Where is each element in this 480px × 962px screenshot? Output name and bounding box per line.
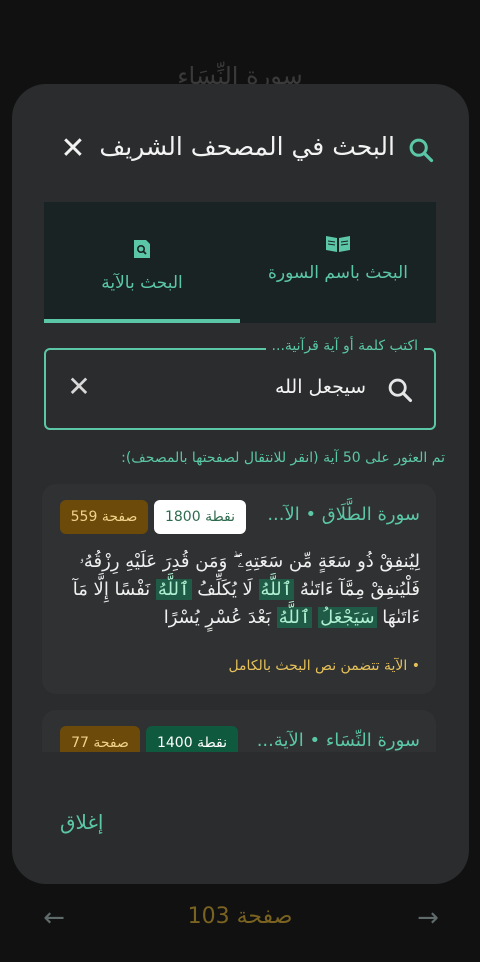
result-card-header: سورة النِّسَاء • الآية... 1400 نقطة صفحة…	[58, 726, 420, 752]
result-surah-name: سورة النِّسَاء • الآية...	[256, 730, 420, 751]
close-icon[interactable]: ✕	[58, 134, 88, 164]
tab-search-by-verse[interactable]: البحث بالآية	[44, 202, 240, 323]
page-badge: صفحة 77	[60, 726, 140, 752]
result-card-header: سورة الطَّلَاق • الآ... 1800 نقطة صفحة 5…	[58, 500, 420, 534]
search-icon	[409, 138, 434, 163]
verse-segment: بَعْدَ عُسْرٍ يُسْرًا	[163, 607, 277, 628]
book-icon	[326, 236, 350, 252]
page-navigation-bar: ← صفحة 103 →	[0, 890, 480, 950]
search-modal: ✕ البحث في المصحف الشريف البحث باسم السو…	[12, 84, 469, 884]
result-card[interactable]: سورة الطَّلَاق • الآ... 1800 نقطة صفحة 5…	[42, 484, 436, 694]
search-field-icon	[388, 378, 413, 403]
search-placeholder-label: اكتب كلمة أو آية قرآنية...	[265, 338, 424, 354]
result-surah-name: سورة الطَّلَاق • الآ...	[267, 504, 420, 525]
tab-label-surah: البحث باسم السورة	[268, 263, 408, 283]
tab-label-verse: البحث بالآية	[101, 273, 183, 293]
result-card[interactable]: سورة النِّسَاء • الآية... 1400 نقطة صفحة…	[42, 710, 436, 752]
close-button[interactable]: إغلاق	[60, 810, 103, 834]
modal-title: البحث في المصحف الشريف	[99, 132, 395, 161]
clear-search-icon[interactable]: ✕	[64, 372, 94, 402]
verse-segment: لَا يُكَلِّفُ	[191, 579, 259, 600]
verse-highlight: ٱللَّهُ	[155, 579, 192, 600]
verse-highlight: سَيَجْعَلُ	[318, 607, 377, 628]
search-doc-icon	[134, 240, 150, 258]
page-badge: صفحة 559	[60, 500, 148, 534]
search-input-field[interactable]: اكتب كلمة أو آية قرآنية... ✕ سيجعل الله	[44, 338, 436, 430]
modal-header: ✕ البحث في المصحف الشريف	[12, 132, 469, 172]
search-mode-tabs: البحث باسم السورة البحث بالآية	[44, 202, 436, 323]
search-input-value[interactable]: سيجعل الله	[275, 376, 366, 398]
app-root: سورة النِّسَاء ← صفحة 103 → ✕ البحث في ا…	[0, 0, 480, 962]
active-tab-indicator	[44, 319, 240, 323]
match-note: • الآية تتضمن نص البحث بالكامل	[228, 658, 420, 674]
tab-search-by-surah[interactable]: البحث باسم السورة	[240, 202, 436, 323]
results-count-text: تم العثور على 50 آية (انقر للانتقال لصفح…	[121, 450, 445, 466]
verse-text: لِيُنفِقْ ذُو سَعَةٍ مِّن سَعَتِهِۦ ۖ وَ…	[58, 548, 420, 632]
points-badge: 1800 نقطة	[154, 500, 246, 534]
points-badge: 1400 نقطة	[146, 726, 238, 752]
verse-highlight: ٱللَّهُ	[276, 607, 313, 628]
arrow-right-icon[interactable]: →	[408, 898, 448, 938]
results-list: سورة الطَّلَاق • الآ... 1800 نقطة صفحة 5…	[42, 484, 436, 752]
verse-highlight: ٱللَّهُ	[258, 579, 295, 600]
